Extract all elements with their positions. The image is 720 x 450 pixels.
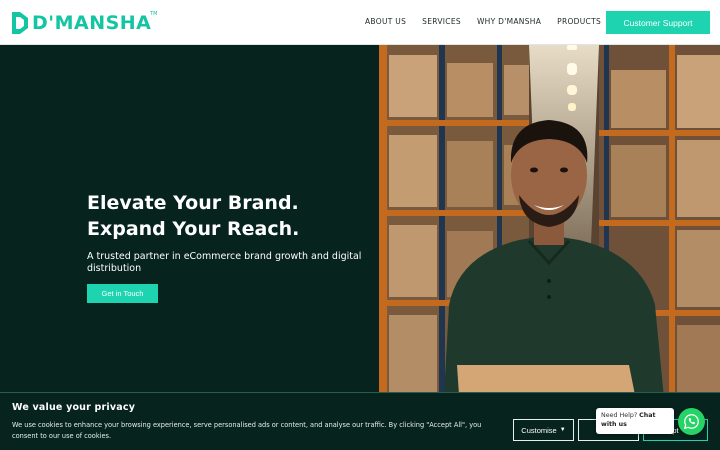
chat-prompt-text: Need Help?: [601, 412, 638, 419]
caret-down-icon: ▼: [559, 427, 566, 433]
nav-item-about-us[interactable]: ABOUT US: [365, 17, 406, 26]
customise-cookies-button[interactable]: Customise ▼: [513, 419, 574, 441]
logo-mark-icon: [12, 12, 28, 34]
site-header: D'MANSHA TM ABOUT US SERVICES WHY D'MANS…: [0, 0, 720, 45]
get-in-touch-button[interactable]: Get in Touch: [87, 284, 158, 303]
hero-image: [379, 45, 720, 450]
nav-item-services[interactable]: SERVICES: [422, 17, 461, 26]
hero-section: Elevate Your Brand. Expand Your Reach. A…: [0, 45, 720, 450]
warehouse-worker-photo: [379, 45, 720, 450]
hero-title-line-1: Elevate Your Brand.: [87, 192, 299, 214]
cookie-title: We value your privacy: [12, 402, 136, 413]
cookie-description: We use cookies to enhance your browsing …: [12, 421, 482, 440]
customise-label: Customise: [521, 425, 557, 435]
chat-prompt-bubble[interactable]: Need Help? Chat with us: [596, 408, 674, 434]
nav-item-products[interactable]: PRODUCTS: [557, 17, 601, 26]
hero-title: Elevate Your Brand. Expand Your Reach.: [87, 190, 367, 242]
whatsapp-chat-button[interactable]: [678, 408, 705, 435]
whatsapp-icon: [683, 414, 699, 430]
hero-subtitle: A trusted partner in eCommerce brand gro…: [87, 251, 362, 274]
logo-text: D'MANSHA: [32, 12, 152, 34]
site-logo[interactable]: D'MANSHA TM: [10, 9, 157, 37]
page: D'MANSHA TM ABOUT US SERVICES WHY D'MANS…: [0, 0, 720, 450]
hero-title-line-2: Expand Your Reach.: [87, 218, 300, 240]
logo-trademark: TM: [150, 11, 158, 17]
nav-item-why-dmansha[interactable]: WHY D'MANSHA: [477, 17, 541, 26]
customer-support-button[interactable]: Customer Support: [606, 11, 710, 34]
hero-text-panel: Elevate Your Brand. Expand Your Reach. A…: [0, 45, 379, 450]
main-nav: ABOUT US SERVICES WHY D'MANSHA PRODUCTS: [365, 17, 601, 26]
